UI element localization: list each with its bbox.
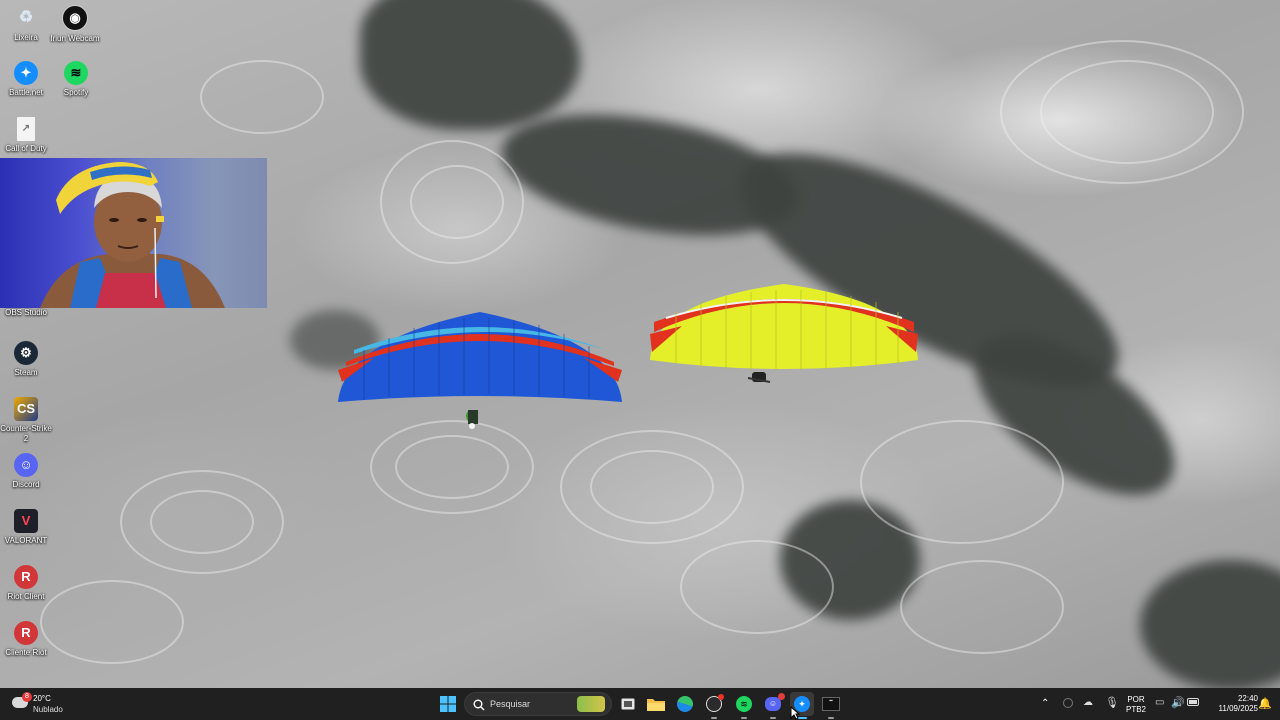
- mouse-cursor-icon: [790, 706, 800, 720]
- desktop-icon-steam[interactable]: ⚙ Steam: [0, 341, 52, 378]
- weather-temperature: 20°C: [33, 694, 51, 703]
- clock[interactable]: 22:40 11/09/2025: [1206, 694, 1258, 714]
- iriun-webcam-icon: ◉: [62, 5, 88, 31]
- show-hidden-icons-chevron-icon[interactable]: ⌃: [1041, 698, 1049, 709]
- wallpaper-swirl: [680, 540, 834, 634]
- battlenet-icon: ✦: [14, 61, 38, 85]
- notifications-icon[interactable]: 🔔: [1258, 697, 1272, 710]
- desktop-icon-riot-client[interactable]: R Riot Client: [0, 565, 52, 602]
- desktop-icon-label: Cliente Riot: [5, 648, 47, 657]
- wallpaper-swirl: [860, 420, 1064, 544]
- desktop-icon-label: OBS Studio: [5, 308, 47, 317]
- desktop-icon-discord[interactable]: ☺ Discord: [0, 453, 52, 490]
- discord-icon: ☺: [765, 693, 785, 711]
- wallpaper-swirl: [1040, 60, 1214, 164]
- desktop-icon-iriun-webcam[interactable]: ◉ Iriun Webcam: [49, 5, 101, 44]
- spotify-icon: ≋: [736, 696, 752, 712]
- search-placeholder: Pesquisar: [490, 699, 531, 709]
- battery-icon[interactable]: [1187, 698, 1199, 706]
- spotify-button[interactable]: ≋: [732, 692, 756, 719]
- desktop-icon-call-of-duty[interactable]: ↗ Call of Duty: [0, 117, 52, 154]
- desktop-icon-obs-studio[interactable]: OBS Studio: [0, 308, 52, 318]
- taskbar: 8 20°C Nublado Pesquisar ≋ ☺ ✦ ▪▪ ⌃ ☁ 🎙 …: [0, 688, 1280, 720]
- search-highlight-icon: [577, 696, 605, 712]
- riot-client-icon: R: [14, 565, 38, 589]
- weather-condition: Nublado: [33, 705, 63, 714]
- network-icon[interactable]: ▭: [1155, 697, 1164, 708]
- desktop-icon-spotify[interactable]: ≋ Spotify: [50, 61, 102, 98]
- call-of-duty-icon: ▪▪: [822, 697, 840, 711]
- edge-icon: [677, 696, 693, 712]
- wallpaper-swirl: [410, 165, 504, 239]
- edge-button[interactable]: [673, 692, 697, 716]
- valorant-icon: V: [14, 509, 38, 533]
- wallpaper-swirl: [40, 580, 184, 664]
- riot-client-icon: R: [14, 621, 38, 645]
- microphone-icon[interactable]: 🎙: [1105, 696, 1119, 709]
- counter-strike-icon: CS: [14, 397, 38, 421]
- search-box[interactable]: Pesquisar: [464, 692, 612, 716]
- wallpaper-swirl: [150, 490, 254, 554]
- file-explorer-button[interactable]: [644, 692, 668, 716]
- wallpaper-swirl: [900, 560, 1064, 654]
- wallpaper-water: [360, 0, 580, 130]
- webcam-overlay: [0, 158, 267, 308]
- wallpaper-swirl: [200, 60, 324, 134]
- steam-icon: ⚙: [14, 341, 38, 365]
- document-shortcut-icon: ↗: [17, 117, 35, 141]
- blue-paraglider: [338, 312, 622, 429]
- obs-button[interactable]: [702, 692, 726, 719]
- task-view-icon: [621, 698, 635, 710]
- desktop-icon-battlenet[interactable]: ✦ Battle.net: [0, 61, 52, 98]
- keyboard-layout: PTB2: [1125, 705, 1146, 714]
- obs-icon: [706, 694, 724, 712]
- desktop-icon-label: Counter-Strike 2: [0, 424, 52, 443]
- wallpaper-swirl: [395, 435, 509, 499]
- desktop-icon-label: Lixeira: [14, 33, 38, 42]
- volume-icon[interactable]: 🔊: [1171, 696, 1185, 709]
- wallpaper-water: [1140, 560, 1280, 688]
- yellow-paraglider: [650, 284, 918, 383]
- call-of-duty-button[interactable]: ▪▪: [819, 692, 843, 719]
- windows-icon: [440, 696, 456, 712]
- spotify-icon: ≋: [64, 61, 88, 85]
- desktop-icon-valorant[interactable]: V VALORANT: [0, 509, 52, 546]
- input-language[interactable]: POR PTB2: [1124, 695, 1148, 715]
- cloud-sync-icon[interactable]: ☁: [1083, 697, 1093, 708]
- recycle-bin-icon: ♻: [18, 9, 34, 26]
- task-view-button[interactable]: [616, 692, 640, 716]
- desktop-icon-label: Discord: [12, 480, 40, 489]
- desktop-icon-label: Battle.net: [9, 88, 43, 97]
- start-button[interactable]: [436, 692, 460, 716]
- clock-time: 22:40: [1237, 694, 1258, 703]
- weather-widget[interactable]: 8 20°C Nublado: [10, 692, 80, 716]
- wallpaper-swirl: [590, 450, 714, 524]
- desktop-icon-label: Call of Duty: [5, 144, 47, 153]
- language-code: POR: [1127, 695, 1145, 704]
- weather-badge: 8: [22, 692, 32, 702]
- tray-app-icon[interactable]: [1063, 698, 1073, 708]
- desktop-icon-label: Steam: [14, 368, 38, 377]
- desktop-icon-label: VALORANT: [4, 536, 48, 545]
- desktop-icon-counter-strike[interactable]: CS Counter-Strike 2: [0, 397, 52, 444]
- desktop-icon-label: Riot Client: [7, 592, 45, 601]
- file-explorer-icon: [647, 699, 665, 711]
- desktop-icon-cliente-riot[interactable]: R Cliente Riot: [0, 621, 52, 658]
- desktop-wallpaper: [0, 0, 1280, 688]
- clock-date: 11/09/2025: [1218, 704, 1258, 713]
- desktop-icon-label: Iriun Webcam: [50, 34, 100, 43]
- discord-button[interactable]: ☺: [761, 692, 785, 719]
- webcam-person: [40, 162, 225, 308]
- desktop-icon-lixeira[interactable]: ♻ Lixeira: [0, 6, 52, 43]
- discord-icon: ☺: [14, 453, 38, 477]
- search-icon: [473, 699, 485, 711]
- desktop-icon-label: Spotify: [63, 88, 89, 97]
